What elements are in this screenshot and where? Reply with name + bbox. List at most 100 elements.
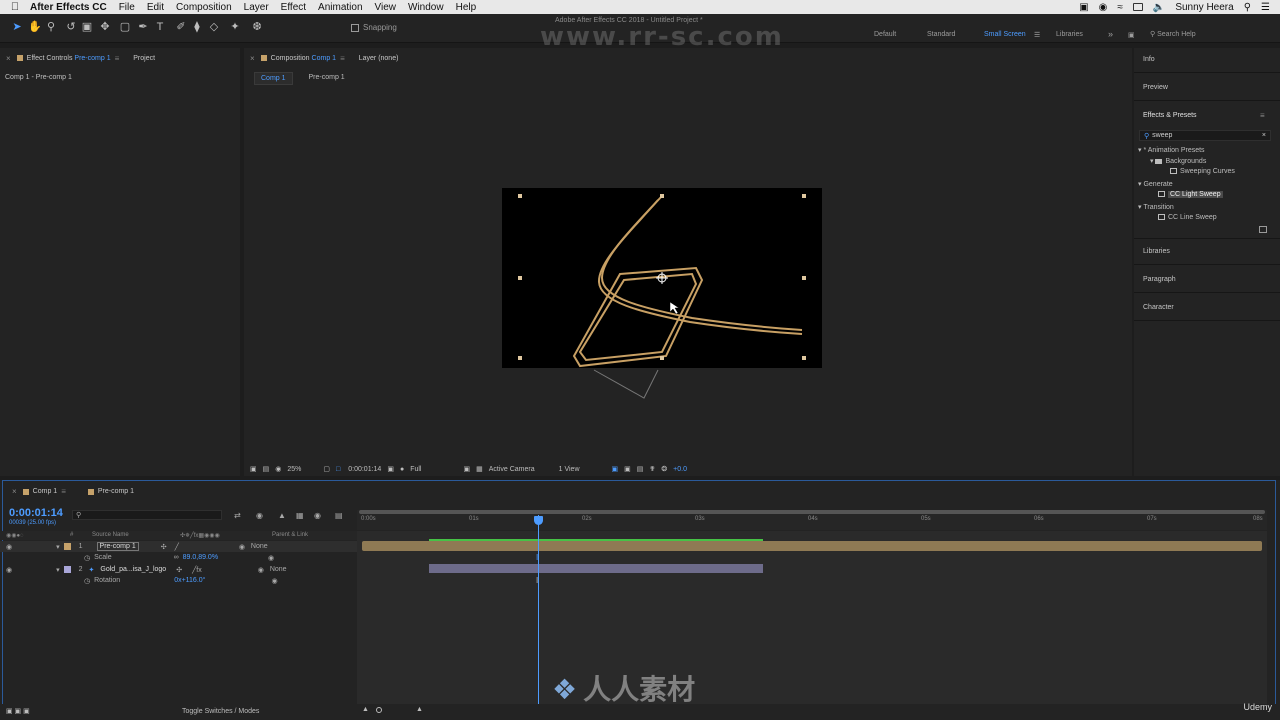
bounding-handle[interactable] — [802, 194, 806, 198]
layer-name[interactable]: Pre-comp 1 — [96, 542, 139, 551]
puppet-pin-tool-icon[interactable]: ❆ — [250, 20, 264, 34]
bounding-handle[interactable] — [518, 356, 522, 360]
fast-previews-icon[interactable]: ▣ — [463, 465, 470, 473]
subtab-comp-1[interactable]: Comp 1 — [254, 72, 293, 85]
timeline-search-input[interactable]: ⚲ — [72, 510, 222, 520]
workspace-menu-icon[interactable]: ☰ — [1034, 31, 1040, 39]
region-of-interest-icon[interactable]: □ — [336, 466, 340, 473]
clear-search-icon[interactable]: × — [1262, 132, 1266, 139]
zoom-out-icon[interactable]: ▲ — [362, 706, 369, 713]
hand-tool-icon[interactable]: ✋ — [28, 20, 42, 34]
time-ruler[interactable]: 0:00s 01s 02s 03s 04s 05s 06s 07s 08s — [357, 510, 1267, 530]
tree-animation-presets[interactable]: ▾ * Animation Presets — [1138, 146, 1205, 154]
label-color-swatch[interactable] — [63, 566, 71, 573]
spotlight-icon[interactable]: ⚲ — [1244, 2, 1251, 13]
current-time-indicator[interactable] — [538, 515, 539, 705]
timeline-icon[interactable]: ▤ — [637, 465, 644, 473]
fit-icon[interactable]: ▢ — [323, 465, 330, 473]
vr-icon[interactable]: ◉ — [275, 465, 281, 473]
expand-arrow-icon[interactable]: ▾ — [56, 566, 60, 574]
more-workspaces-icon[interactable]: » — [1108, 29, 1113, 39]
timeline-menu-icon[interactable]: ≡ — [61, 487, 66, 496]
bounding-handle[interactable] — [660, 356, 664, 360]
table-row[interactable]: ◉ ▾ 2 ✦ Gold_pa...isa_J_logo ✣ ╱fx ◉ Non… — [0, 564, 357, 575]
workspace-small-screen[interactable]: Small Screen — [984, 31, 1026, 38]
exposure-reset-icon[interactable]: ❂ — [661, 465, 667, 473]
resolution-select[interactable]: Full — [410, 466, 421, 473]
layer-1-duration-bar[interactable] — [362, 541, 1262, 551]
pickwhip-icon[interactable]: ◉ — [268, 554, 274, 562]
creative-cloud-icon[interactable]: ◉ — [1099, 2, 1108, 13]
menu-view[interactable]: View — [375, 2, 397, 13]
info-panel-title[interactable]: Info — [1143, 56, 1155, 63]
rotate-tool-icon[interactable]: ↺ — [64, 20, 78, 34]
camera-icon[interactable]: ▣ — [1079, 2, 1088, 13]
lock-icon[interactable] — [260, 55, 267, 61]
menu-edit[interactable]: Edit — [147, 2, 164, 13]
tab-effect-controls[interactable]: Effect Controls Pre-comp 1 — [27, 55, 111, 62]
effects-presets-title[interactable]: Effects & Presets — [1143, 112, 1197, 119]
time-navigator-bar[interactable] — [359, 510, 1265, 514]
pickwhip-icon[interactable]: ◉ — [239, 543, 245, 551]
playhead-handle[interactable] — [534, 516, 543, 525]
tree-cc-light-sweep[interactable]: CC Light Sweep — [1158, 191, 1223, 198]
snapshot-icon[interactable]: ▣ — [387, 465, 394, 473]
search-help-input[interactable]: ⚲ Search Help — [1150, 30, 1270, 38]
close-tab-icon[interactable]: × — [6, 54, 11, 63]
roto-brush-tool-icon[interactable]: ✦ — [228, 20, 242, 34]
display-icon[interactable] — [1132, 3, 1143, 11]
constrain-proportions-icon[interactable]: ∞ — [174, 554, 179, 561]
pen-tool-icon[interactable]: ✒ — [136, 20, 150, 34]
draft-3d-icon[interactable]: ◉ — [256, 511, 263, 520]
table-row[interactable]: ◉ ▾ 1 Pre-comp 1 ✣ ╱ ◉ None — [0, 541, 357, 552]
eraser-tool-icon[interactable]: ◇ — [207, 20, 221, 34]
view-layout-select[interactable]: 1 View — [559, 466, 580, 473]
layer-2-duration-bar[interactable] — [429, 564, 763, 573]
timeline-tab-pre-comp-1[interactable]: Pre-comp 1 — [98, 488, 134, 495]
libraries-panel-title[interactable]: Libraries — [1143, 248, 1170, 255]
always-preview-icon[interactable]: ▣ — [250, 465, 257, 473]
tab-layer[interactable]: Layer (none) — [359, 55, 399, 62]
effects-search-field[interactable]: ⚲ sweep × — [1139, 130, 1271, 141]
visibility-eye-icon[interactable]: ◉ — [6, 566, 12, 574]
comp-mini-flowchart-icon[interactable]: ⇄ — [234, 511, 241, 520]
wifi-icon[interactable]: ≈ — [1117, 2, 1123, 13]
timeline-tab-comp-1[interactable]: Comp 1 — [33, 488, 58, 495]
graph-editor-icon[interactable]: ▤ — [335, 511, 343, 520]
tree-sweeping-curves[interactable]: Sweeping Curves — [1170, 168, 1235, 175]
expand-arrow-icon[interactable]: ▾ — [56, 543, 60, 551]
paragraph-panel-title[interactable]: Paragraph — [1143, 276, 1176, 283]
parent-select[interactable]: None — [270, 566, 287, 573]
effects-panel-menu-icon[interactable]: ≡ — [1260, 111, 1265, 120]
brush-tool-icon[interactable]: ✐ — [174, 20, 188, 34]
sync-settings-icon[interactable]: ▣ — [1128, 31, 1135, 39]
camera-tool-icon[interactable]: ▣ — [80, 20, 94, 34]
panel-menu-icon[interactable]: ≡ — [115, 54, 120, 63]
apple-icon[interactable]:  — [0, 1, 30, 13]
menu-layer[interactable]: Layer — [244, 2, 269, 13]
menu-help[interactable]: Help — [456, 2, 477, 13]
tree-backgrounds[interactable]: ▾ Backgrounds — [1150, 157, 1206, 165]
camera-view-select[interactable]: Active Camera — [489, 466, 535, 473]
anchor-point-icon[interactable] — [656, 272, 668, 284]
menu-file[interactable]: File — [119, 2, 135, 13]
quality-icon[interactable]: ╱ — [175, 543, 179, 551]
parent-select[interactable]: None — [251, 543, 268, 550]
selection-tool-icon[interactable]: ➤ — [10, 20, 24, 34]
pickwhip-icon[interactable]: ◉ — [271, 577, 277, 585]
menu-window[interactable]: Window — [408, 2, 444, 13]
rectangle-tool-icon[interactable]: ▢ — [118, 20, 132, 34]
app-menu[interactable]: After Effects CC — [30, 2, 107, 13]
workspace-default[interactable]: Default — [874, 31, 896, 38]
show-channel-icon[interactable]: ● — [400, 466, 404, 473]
bounding-handle[interactable] — [802, 356, 806, 360]
collapse-transform-icon[interactable]: ✣ — [161, 543, 167, 551]
tree-cc-line-sweep[interactable]: CC Line Sweep — [1158, 214, 1217, 221]
preview-panel-title[interactable]: Preview — [1143, 84, 1168, 91]
new-folder-icon[interactable] — [1259, 226, 1267, 233]
bounding-handle[interactable] — [518, 194, 522, 198]
tab-composition[interactable]: Composition Comp 1 — [271, 55, 336, 62]
motion-blur-icon[interactable]: ◉ — [314, 511, 321, 520]
transparency-grid-icon[interactable]: ▦ — [476, 465, 483, 473]
zoom-tool-icon[interactable]: ⚲ — [44, 20, 58, 34]
